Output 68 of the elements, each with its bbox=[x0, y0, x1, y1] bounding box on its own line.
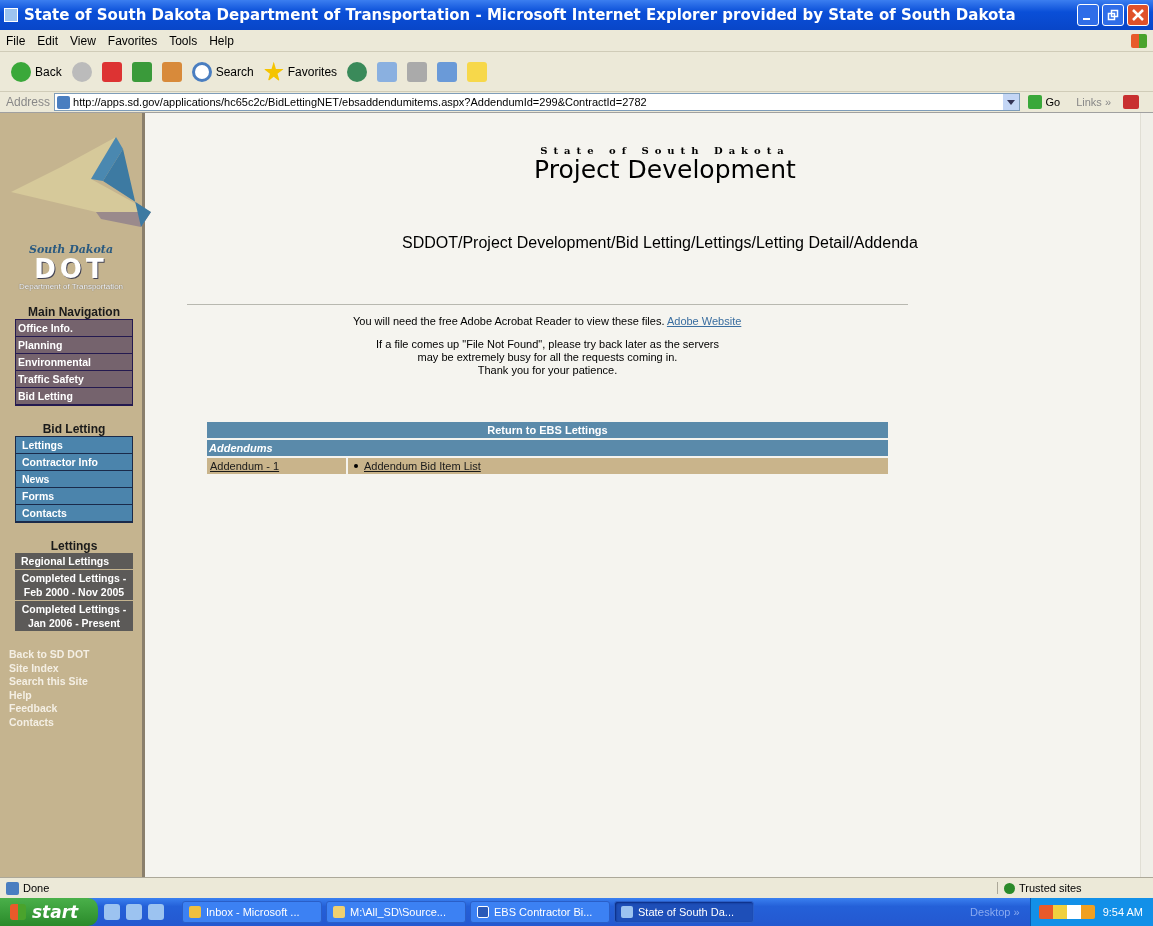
nav-link[interactable]: News bbox=[16, 471, 132, 488]
restore-icon bbox=[1107, 9, 1119, 21]
adobe-link[interactable]: Adobe Website bbox=[666, 315, 742, 327]
nav-heading: Lettings bbox=[49, 539, 99, 553]
nav-link[interactable]: Regional Lettings bbox=[15, 553, 133, 569]
quick-launch-icon[interactable] bbox=[148, 904, 164, 920]
nav-link[interactable]: Completed Lettings - Jan 2006 - Present bbox=[15, 601, 133, 631]
return-link[interactable]: Return to EBS Lettings bbox=[207, 422, 888, 438]
minimize-button[interactable] bbox=[1077, 4, 1099, 26]
nav-heading: Bid Letting bbox=[41, 422, 107, 436]
toolbar-icon[interactable] bbox=[1123, 95, 1139, 109]
dropdown-icon[interactable] bbox=[1003, 94, 1020, 110]
window-title: State of South Dakota Department of Transportation - Microsoft Internet Explorer provided by State of South Dakota bbox=[24, 6, 1017, 24]
address-field[interactable]: http://apps.sd.gov/applications/hc65c2c/BidLettingNET/ebsaddendumitems.aspx?AddendumId=299&ContractId=2782 bbox=[54, 93, 1021, 111]
back-button[interactable]: Back bbox=[8, 59, 65, 84]
menu-item[interactable]: Favorites bbox=[107, 33, 158, 48]
header-title: Project Development bbox=[534, 156, 796, 184]
dot-logo: South Dakota DOT Department of Transportation bbox=[18, 243, 124, 291]
address-label: Address bbox=[6, 95, 51, 109]
nav-link[interactable]: Bid Letting bbox=[16, 388, 132, 405]
nav-link[interactable]: Office Info. bbox=[16, 320, 132, 337]
section-header: Addendums bbox=[207, 440, 888, 456]
menu-item[interactable]: Tools bbox=[169, 33, 198, 48]
message-text: may be extremely busy for all the requests coming in. bbox=[417, 351, 678, 364]
taskbar-button[interactable]: State of South Da... bbox=[614, 901, 754, 923]
quick-launch-icon[interactable] bbox=[126, 904, 142, 920]
nav-link[interactable]: Environmental bbox=[16, 354, 132, 371]
notice-text: You will need the free Adobe Acrobat Reader to view these files. Adobe Website bbox=[353, 315, 742, 327]
header-overline: State of South Dakota bbox=[540, 145, 790, 156]
menu-item[interactable]: File bbox=[6, 33, 26, 48]
menu-item[interactable]: Edit bbox=[37, 33, 59, 48]
addendum-link[interactable]: Addendum - 1 bbox=[210, 460, 280, 472]
taskbar-button[interactable]: M:\All_SD\Source... bbox=[326, 901, 466, 923]
nav-link[interactable]: Completed Lettings - Feb 2000 - Nov 2005 bbox=[15, 570, 133, 600]
nav-heading: Main Navigation bbox=[27, 305, 121, 319]
close-button[interactable] bbox=[1127, 4, 1149, 26]
start-button[interactable]: start bbox=[0, 898, 98, 926]
bid-item-list-link[interactable]: Addendum Bid Item List bbox=[364, 460, 481, 472]
scrollbar[interactable] bbox=[1140, 113, 1153, 877]
taskbar-button[interactable]: Inbox - Microsoft ... bbox=[182, 901, 322, 923]
nav-link[interactable]: Contacts bbox=[16, 505, 132, 522]
favorites-button[interactable]: Favorites bbox=[260, 59, 341, 84]
message-text: Thank you for your patience. bbox=[477, 364, 618, 377]
nav-link[interactable]: Traffic Safety bbox=[16, 371, 132, 388]
nav-link[interactable]: Forms bbox=[16, 488, 132, 505]
message-text: If a file comes up "File Not Found", please try back later as the servers bbox=[376, 338, 719, 351]
search-button[interactable]: Search bbox=[188, 59, 257, 84]
breadcrumb: SDDOT/Project Development/Bid Letting/Lettings/Letting Detail/Addenda bbox=[402, 234, 918, 252]
go-button[interactable]: Go bbox=[1024, 95, 1065, 109]
minimize-icon bbox=[1083, 18, 1090, 20]
nav-link[interactable]: Lettings bbox=[16, 437, 132, 454]
close-icon bbox=[1132, 9, 1144, 21]
links-button[interactable]: Links » bbox=[1076, 96, 1111, 108]
windows-logo-icon bbox=[1131, 33, 1147, 48]
status-text: Done bbox=[23, 882, 51, 894]
menu-item[interactable]: View bbox=[70, 33, 96, 48]
restore-button[interactable] bbox=[1102, 4, 1124, 26]
nav-link[interactable]: Planning bbox=[16, 337, 132, 354]
taskbar-button[interactable]: EBS Contractor Bi... bbox=[470, 901, 610, 923]
page-icon bbox=[57, 95, 71, 109]
browser-icon bbox=[4, 8, 18, 22]
quick-launch-icon[interactable] bbox=[104, 904, 120, 920]
system-tray: 9:54 AM bbox=[1029, 898, 1153, 926]
security-zone: Trusted sites bbox=[997, 882, 1147, 894]
bullet-icon bbox=[354, 464, 358, 468]
menu-item[interactable]: Help bbox=[209, 33, 234, 48]
page-icon bbox=[6, 881, 19, 895]
nav-link[interactable]: Contractor Info bbox=[16, 454, 132, 471]
